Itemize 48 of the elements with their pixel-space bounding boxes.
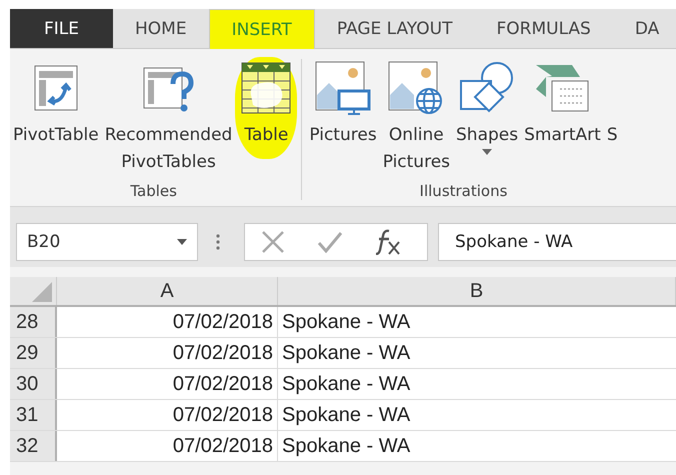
table-cell-text: Spokane - WA bbox=[281, 402, 412, 428]
row-header[interactable]: 28 bbox=[10, 307, 57, 337]
ribbon-tab[interactable]: INSERT bbox=[208, 9, 315, 49]
name-box[interactable]: B20 bbox=[16, 223, 198, 261]
table-cell: 07/02/2018 bbox=[57, 307, 278, 337]
table-cell: 07/02/2018 bbox=[57, 431, 278, 461]
formula-value: Spokane - WA bbox=[455, 232, 573, 252]
table-icon bbox=[241, 62, 292, 114]
picture-globe-icon bbox=[388, 61, 444, 115]
table-cell: 07/02/2018 bbox=[57, 369, 278, 399]
pivot-table-icon bbox=[34, 65, 78, 111]
ribbon-button[interactable]: PivotTable bbox=[10, 57, 102, 152]
group-label: Tables bbox=[130, 182, 177, 202]
dropdown-icon bbox=[177, 239, 187, 245]
group-label: Illustrations bbox=[420, 182, 508, 202]
column-header[interactable]: A bbox=[57, 277, 278, 305]
ribbon-tab[interactable]: DA bbox=[612, 9, 676, 48]
cell-reference: B20 bbox=[27, 232, 60, 252]
column-header[interactable]: B bbox=[278, 277, 676, 305]
ribbon-button[interactable]: Online Pictures bbox=[380, 57, 454, 179]
row-header[interactable]: 32 bbox=[10, 431, 57, 461]
ribbon-button[interactable]: S bbox=[604, 57, 621, 152]
grip-icon bbox=[216, 234, 220, 250]
row-header[interactable]: 31 bbox=[10, 400, 57, 430]
ribbon-tab[interactable]: PAGE LAYOUT bbox=[314, 9, 474, 48]
ribbon-button[interactable]: Table bbox=[235, 57, 298, 159]
table-cell: 07/02/2018 bbox=[57, 400, 278, 430]
ribbon-button[interactable]: Recommended PivotTables bbox=[102, 57, 236, 179]
table-cell-text: Spokane - WA bbox=[281, 340, 412, 366]
table-cell-text: Spokane - WA bbox=[281, 372, 412, 396]
ribbon-button[interactable]: Shapes bbox=[453, 57, 522, 158]
shapes-icon bbox=[459, 61, 516, 115]
ribbon-tab[interactable]: HOME bbox=[113, 9, 209, 48]
table-cell: 07/02/2018 bbox=[57, 338, 278, 368]
row-header[interactable]: 29 bbox=[10, 338, 57, 368]
table-cell-text: Spokane - WA bbox=[281, 310, 412, 334]
ribbon-button[interactable]: Pictures bbox=[306, 57, 380, 152]
formula-input[interactable]: Spokane - WA bbox=[438, 223, 676, 261]
row-header[interactable]: 30 bbox=[10, 369, 57, 399]
ribbon-button[interactable]: SmartArt bbox=[521, 57, 604, 152]
file-tab[interactable]: FILE bbox=[10, 9, 114, 48]
cancel-icon[interactable] bbox=[261, 230, 285, 254]
table-cell-text: Spokane - WA bbox=[281, 434, 412, 458]
smartart-icon bbox=[534, 63, 590, 113]
checkmark-icon[interactable] bbox=[317, 231, 343, 253]
ribbon-tab[interactable]: FORMULAS bbox=[474, 9, 613, 48]
corner-triangle-icon bbox=[32, 282, 52, 302]
picture-monitor-icon bbox=[315, 61, 372, 115]
